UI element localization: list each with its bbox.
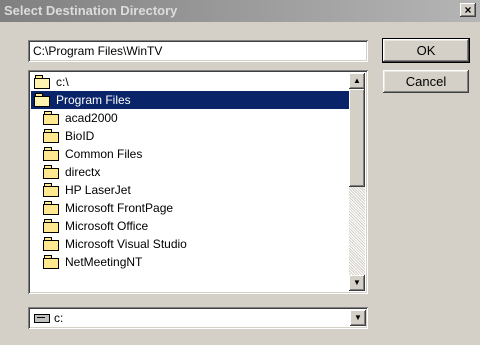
folder-list-item[interactable]: Common Files [31, 145, 349, 163]
folder-label: Common Files [65, 147, 143, 161]
folder-list-item[interactable]: Microsoft FrontPage [31, 199, 349, 217]
folder-icon [43, 183, 59, 197]
folder-icon [43, 255, 59, 269]
open-folder-icon [34, 93, 50, 107]
folder-icon [43, 165, 59, 179]
folder-list-item[interactable]: c:\ [31, 73, 349, 91]
folder-list-item[interactable]: Microsoft Office [31, 217, 349, 235]
folder-list: c:\ Program Files acad2000 BioID Common File… [28, 70, 368, 294]
folder-label: Microsoft FrontPage [65, 201, 174, 215]
folder-icon [43, 219, 59, 233]
folder-icon [43, 111, 59, 125]
folder-icon [43, 129, 59, 143]
folder-label: directx [65, 165, 101, 179]
folder-list-item[interactable]: directx [31, 163, 349, 181]
folder-list-item[interactable]: NetMeetingNT [31, 253, 349, 271]
folder-list-item[interactable]: BioID [31, 127, 349, 145]
cancel-button[interactable]: Cancel [383, 70, 469, 93]
path-field[interactable] [28, 40, 368, 62]
drive-icon [34, 314, 50, 323]
title-bar: Select Destination Directory × [0, 0, 480, 22]
scroll-thumb[interactable] [349, 89, 365, 187]
path-input[interactable] [31, 43, 365, 59]
drive-dropdown-button[interactable]: ▼ [350, 310, 366, 326]
drive-select[interactable]: c: ▼ [28, 307, 368, 329]
open-folder-icon [34, 75, 50, 89]
ok-button[interactable]: OK [382, 38, 470, 63]
folder-label: Microsoft Office [65, 219, 149, 233]
folder-list-item[interactable]: Program Files [31, 91, 349, 109]
folder-icon [43, 147, 59, 161]
window-title: Select Destination Directory [4, 3, 178, 18]
folder-list-items: c:\ Program Files acad2000 BioID Common File… [31, 73, 349, 271]
folder-label: c:\ [56, 75, 69, 89]
scroll-down-button[interactable]: ▼ [349, 275, 365, 291]
vertical-scrollbar[interactable]: ▲ ▼ [349, 73, 365, 291]
folder-label: acad2000 [65, 111, 118, 125]
folder-list-item[interactable]: HP LaserJet [31, 181, 349, 199]
folder-list-item[interactable]: acad2000 [31, 109, 349, 127]
folder-list-item[interactable]: Microsoft Visual Studio [31, 235, 349, 253]
folder-label: NetMeetingNT [65, 255, 143, 269]
close-button[interactable]: × [460, 3, 476, 17]
drive-label: c: [54, 311, 64, 325]
folder-label: BioID [65, 129, 95, 143]
folder-label: HP LaserJet [65, 183, 131, 197]
folder-label: Microsoft Visual Studio [65, 237, 187, 251]
scroll-up-button[interactable]: ▲ [349, 73, 365, 89]
folder-label: Program Files [56, 93, 131, 107]
folder-icon [43, 237, 59, 251]
folder-icon [43, 201, 59, 215]
